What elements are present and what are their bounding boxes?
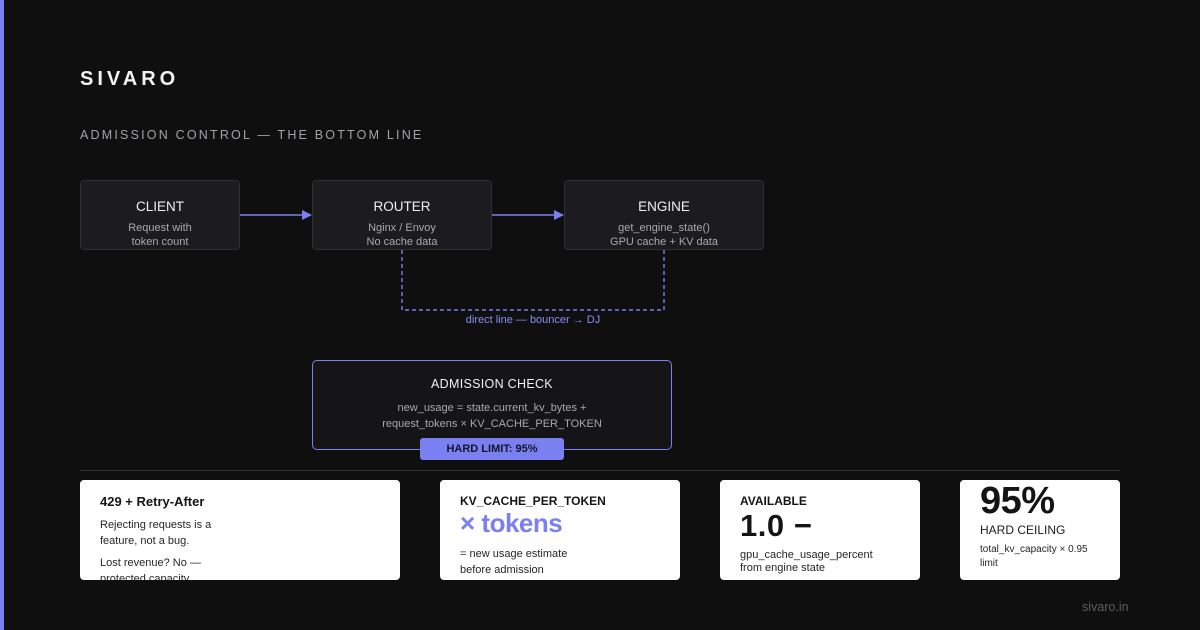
router-title: ROUTER: [373, 199, 431, 214]
formula-line-2: request_tokens × KV_CACHE_PER_TOKEN: [382, 418, 602, 430]
client-node: CLIENT Request with token count: [80, 180, 240, 250]
card-reject-text-2: Lost revenue? No — protected capacity.: [100, 557, 201, 580]
admission-check-title: ADMISSION CHECK: [431, 377, 553, 391]
card-kv-title: KV_CACHE_PER_TOKEN: [460, 494, 606, 508]
card-reject-text-1: Rejecting requests is a feature, not a b…: [100, 519, 212, 547]
router-node: ROUTER Nginx / Envoy No cache data: [312, 180, 492, 250]
client-title: CLIENT: [135, 199, 184, 214]
card-ceiling-title: HARD CEILING: [980, 523, 1066, 537]
card-available: AVAILABLE 1.0 − gpu_cache_usage_percent …: [720, 480, 920, 580]
router-desc-line-2: No cache data: [366, 236, 438, 248]
admission-check-box: ADMISSION CHECK new_usage = state.curren…: [312, 360, 672, 450]
router-desc-line-1: Nginx / Envoy: [368, 222, 436, 234]
section-divider: [80, 470, 1120, 471]
card-kv-cache: KV_CACHE_PER_TOKEN × tokens = new usage …: [440, 480, 680, 580]
formula-line-1: new_usage = state.current_kv_bytes +: [397, 402, 587, 414]
card-ceiling-big: 95%: [980, 480, 1055, 522]
card-kv-text: = new usage estimate before admission: [460, 548, 568, 576]
direct-line-path: [401, 250, 665, 311]
card-ceiling-text: total_kv_capacity × 0.95 limit: [980, 544, 1088, 569]
card-available-big: 1.0 −: [740, 508, 813, 543]
engine-desc-line-2: GPU cache + KV data: [610, 236, 718, 248]
card-available-title: AVAILABLE: [740, 494, 807, 508]
card-ceiling: 95% HARD CEILING total_kv_capacity × 0.9…: [960, 480, 1120, 580]
engine-title: ENGINE: [638, 199, 690, 214]
client-desc-line-2: token count: [131, 236, 189, 248]
footer-url: sivaro.in: [1082, 600, 1129, 614]
client-desc-line-1: Request with: [128, 222, 192, 234]
hard-limit-badge: HARD LIMIT: 95%: [420, 438, 564, 460]
card-available-text: gpu_cache_usage_percent from engine stat…: [740, 549, 873, 574]
card-reject: 429 + Retry-After Rejecting requests is …: [80, 480, 400, 580]
card-reject-title: 429 + Retry-After: [100, 494, 205, 509]
card-kv-big: × tokens: [460, 508, 563, 538]
engine-desc-line-1: get_engine_state(): [618, 222, 710, 234]
engine-node: ENGINE get_engine_state() GPU cache + KV…: [564, 180, 764, 250]
direct-line-label: direct line — bouncer → DJ: [465, 314, 601, 326]
